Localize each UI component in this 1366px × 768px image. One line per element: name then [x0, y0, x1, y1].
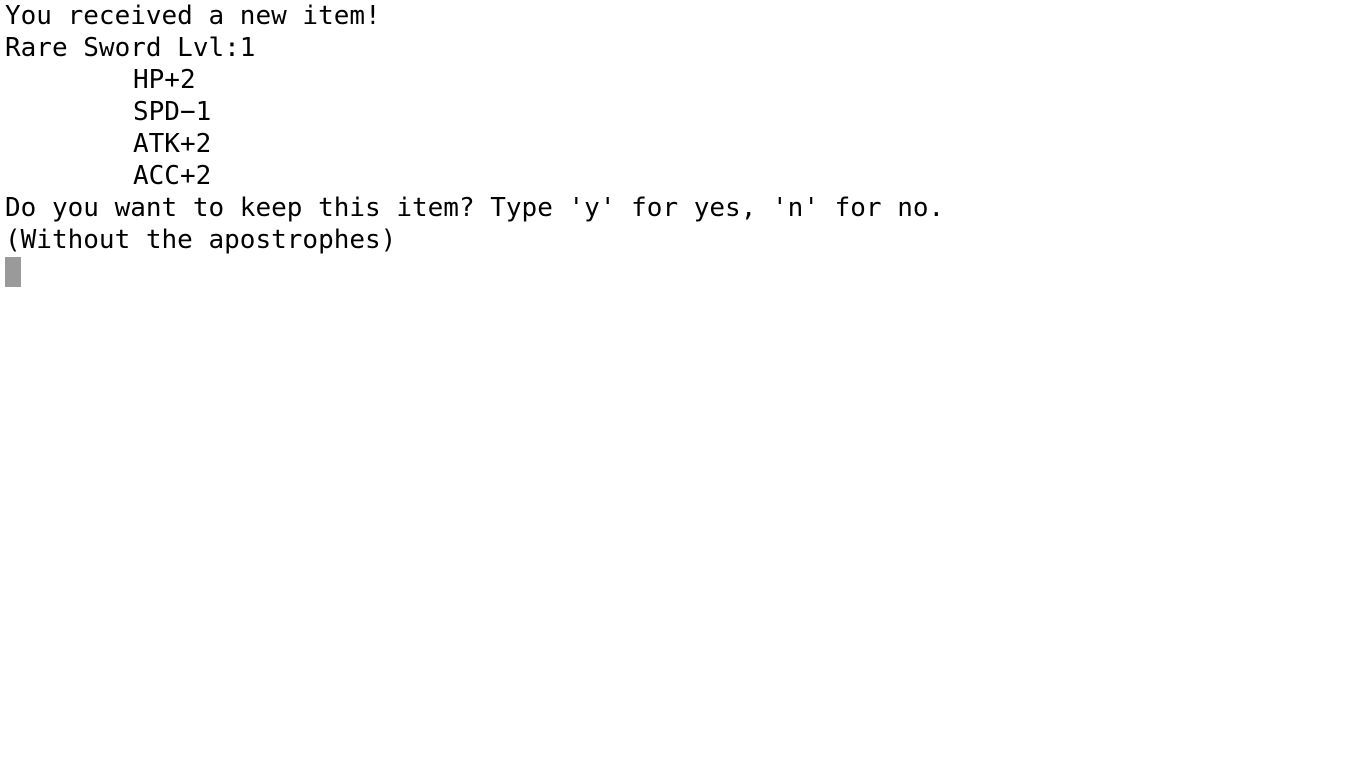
text-cursor: [5, 257, 21, 287]
stat-acc: ACC+2: [133, 161, 212, 191]
keep-item-prompt: Do you want to keep this item? Type 'y' …: [5, 193, 945, 223]
prompt-note: (Without the apostrophes): [5, 225, 397, 255]
input-line[interactable]: [5, 256, 1366, 288]
terminal-window[interactable]: You received a new item! Rare Sword Lvl:…: [0, 0, 1366, 768]
stat-hp: HP+2: [133, 65, 196, 95]
item-name-level: Rare Sword Lvl:1: [5, 33, 256, 63]
stat-spd: SPD−1: [133, 97, 212, 127]
stat-atk: ATK+2: [133, 129, 212, 159]
item-received-message: You received a new item!: [5, 1, 381, 31]
